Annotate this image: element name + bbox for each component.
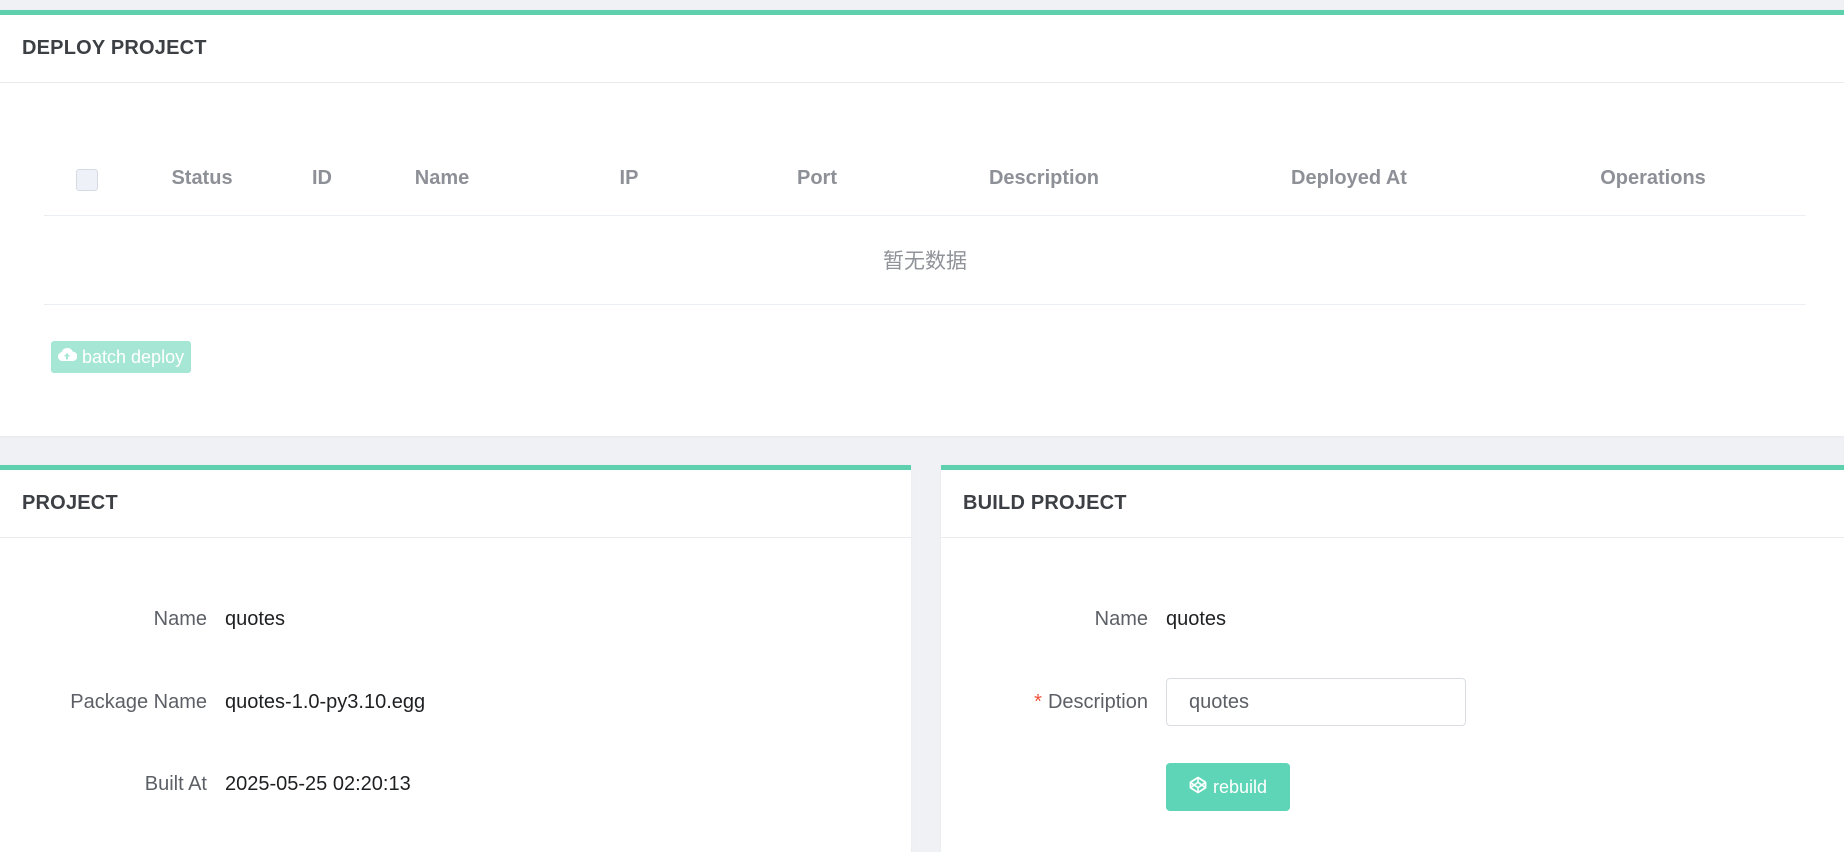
package-name-row: Package Name quotes-1.0-py3.10.egg: [0, 678, 911, 726]
codepen-icon: [1189, 776, 1207, 799]
build-name-value: quotes: [1166, 608, 1227, 630]
build-panel-title: BUILD PROJECT: [963, 492, 1127, 514]
built-at-label: Built At: [144, 773, 207, 795]
deploy-panel-header: DEPLOY PROJECT: [0, 15, 1844, 83]
description-input[interactable]: [1166, 678, 1466, 726]
column-deployed-at[interactable]: Deployed At: [1291, 141, 1407, 216]
built-at-value: 2025-05-25 02:20:13: [225, 773, 411, 795]
column-name[interactable]: Name: [415, 141, 469, 216]
column-description[interactable]: Description: [989, 141, 1099, 216]
build-description-row: * Description: [941, 678, 1844, 726]
project-name-label: Name: [153, 608, 207, 630]
cloud-upload-icon: [57, 347, 78, 368]
column-port[interactable]: Port: [797, 141, 837, 216]
build-project-panel: BUILD PROJECT Name quotes *Description r…: [941, 465, 1844, 852]
project-name-value: quotes: [225, 608, 286, 630]
build-name-row: Name quotes: [941, 595, 1844, 643]
project-panel: PROJECT Name quotes Package Name quotes-…: [0, 465, 911, 852]
project-name-row: Name quotes: [0, 595, 911, 643]
table-header: Status ID Name IP Port Description Deplo…: [44, 141, 1806, 216]
select-all-checkbox[interactable]: [76, 169, 98, 191]
column-operations[interactable]: Operations: [1600, 141, 1706, 216]
column-id[interactable]: ID: [312, 141, 332, 216]
required-mark: *: [1034, 691, 1042, 713]
empty-text: 暂无数据: [883, 250, 967, 273]
batch-deploy-label: batch deploy: [82, 346, 185, 367]
build-name-label: Name: [1094, 608, 1148, 630]
project-panel-header: PROJECT: [0, 470, 911, 538]
deploy-table: Status ID Name IP Port Description Deplo…: [44, 141, 1806, 305]
package-name-value: quotes-1.0-py3.10.egg: [225, 691, 426, 713]
deploy-project-panel: DEPLOY PROJECT Status ID Name IP Port De…: [0, 10, 1844, 436]
rebuild-label: rebuild: [1212, 776, 1268, 797]
column-status[interactable]: Status: [171, 141, 232, 216]
rebuild-button[interactable]: rebuild: [1166, 763, 1290, 811]
built-at-row: Built At 2025-05-25 02:20:13: [0, 760, 911, 808]
description-label-text: Description: [1047, 691, 1148, 713]
table-empty-row: 暂无数据: [44, 216, 1806, 305]
build-description-label: * Description: [941, 678, 1148, 726]
package-name-label: Package Name: [70, 691, 207, 713]
build-panel-header: BUILD PROJECT: [941, 470, 1844, 538]
deploy-panel-title: DEPLOY PROJECT: [22, 37, 207, 59]
project-panel-title: PROJECT: [22, 492, 118, 514]
batch-deploy-button[interactable]: batch deploy: [51, 341, 192, 373]
column-ip[interactable]: IP: [620, 141, 639, 216]
